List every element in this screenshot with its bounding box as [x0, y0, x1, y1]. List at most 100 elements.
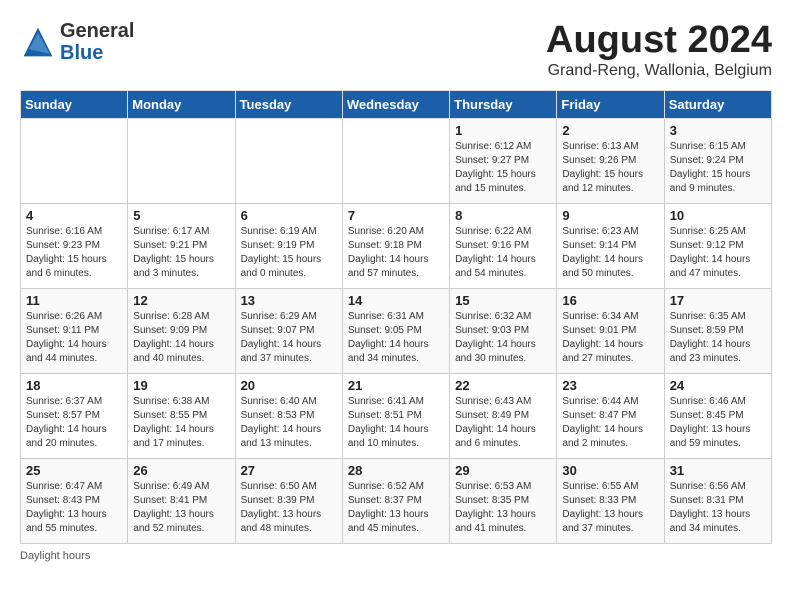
- calendar-header-friday: Friday: [557, 90, 664, 118]
- logo-text-blue: Blue: [60, 42, 103, 64]
- day-number: 13: [241, 293, 337, 308]
- page-header: General Blue August 2024 Grand-Reng, Wal…: [20, 20, 772, 80]
- day-number: 3: [670, 123, 766, 138]
- day-info: Sunrise: 6:12 AM Sunset: 9:27 PM Dayligh…: [455, 140, 551, 196]
- day-number: 18: [26, 378, 122, 393]
- day-number: 31: [670, 463, 766, 478]
- calendar-cell: 2 Sunrise: 6:13 AM Sunset: 9:26 PM Daylig…: [557, 118, 664, 203]
- calendar-header-thursday: Thursday: [450, 90, 557, 118]
- day-number: 2: [562, 123, 658, 138]
- calendar-cell: 14 Sunrise: 6:31 AM Sunset: 9:05 PM Dayli…: [342, 288, 449, 373]
- day-number: 19: [133, 378, 229, 393]
- day-number: 30: [562, 463, 658, 478]
- day-info: Sunrise: 6:47 AM Sunset: 8:43 PM Dayligh…: [26, 480, 122, 536]
- calendar-cell: 5 Sunrise: 6:17 AM Sunset: 9:21 PM Daylig…: [128, 203, 235, 288]
- day-info: Sunrise: 6:49 AM Sunset: 8:41 PM Dayligh…: [133, 480, 229, 536]
- calendar-cell: [128, 118, 235, 203]
- day-info: Sunrise: 6:55 AM Sunset: 8:33 PM Dayligh…: [562, 480, 658, 536]
- day-info: Sunrise: 6:43 AM Sunset: 8:49 PM Dayligh…: [455, 395, 551, 451]
- calendar-cell: 23 Sunrise: 6:44 AM Sunset: 8:47 PM Dayli…: [557, 373, 664, 458]
- calendar-week-1: 1 Sunrise: 6:12 AM Sunset: 9:27 PM Daylig…: [21, 118, 772, 203]
- calendar-cell: 30 Sunrise: 6:55 AM Sunset: 8:33 PM Dayli…: [557, 458, 664, 543]
- day-number: 12: [133, 293, 229, 308]
- day-info: Sunrise: 6:17 AM Sunset: 9:21 PM Dayligh…: [133, 225, 229, 281]
- day-info: Sunrise: 6:52 AM Sunset: 8:37 PM Dayligh…: [348, 480, 444, 536]
- day-number: 15: [455, 293, 551, 308]
- day-number: 28: [348, 463, 444, 478]
- day-info: Sunrise: 6:15 AM Sunset: 9:24 PM Dayligh…: [670, 140, 766, 196]
- calendar-cell: 4 Sunrise: 6:16 AM Sunset: 9:23 PM Daylig…: [21, 203, 128, 288]
- calendar-cell: 24 Sunrise: 6:46 AM Sunset: 8:45 PM Dayli…: [664, 373, 771, 458]
- day-number: 6: [241, 208, 337, 223]
- day-number: 9: [562, 208, 658, 223]
- logo-text-general: General: [60, 20, 134, 42]
- calendar-cell: 21 Sunrise: 6:41 AM Sunset: 8:51 PM Dayli…: [342, 373, 449, 458]
- day-info: Sunrise: 6:37 AM Sunset: 8:57 PM Dayligh…: [26, 395, 122, 451]
- calendar-cell: [342, 118, 449, 203]
- calendar-cell: 10 Sunrise: 6:25 AM Sunset: 9:12 PM Dayli…: [664, 203, 771, 288]
- calendar-cell: [21, 118, 128, 203]
- calendar-cell: 13Sunrise: 6:29 AM Sunset: 9:07 PM Dayli…: [235, 288, 342, 373]
- day-number: 29: [455, 463, 551, 478]
- day-info: Sunrise: 6:19 AM Sunset: 9:19 PM Dayligh…: [241, 225, 337, 281]
- day-info: Sunrise: 6:34 AM Sunset: 9:01 PM Dayligh…: [562, 310, 658, 366]
- calendar-cell: 20 Sunrise: 6:40 AM Sunset: 8:53 PM Dayli…: [235, 373, 342, 458]
- day-number: 23: [562, 378, 658, 393]
- day-number: 27: [241, 463, 337, 478]
- calendar-cell: 8Sunrise: 6:22 AM Sunset: 9:16 PM Daylig…: [450, 203, 557, 288]
- calendar-body: 1 Sunrise: 6:12 AM Sunset: 9:27 PM Daylig…: [21, 118, 772, 543]
- calendar-week-5: 25 Sunrise: 6:47 AM Sunset: 8:43 PM Dayli…: [21, 458, 772, 543]
- footnote: Daylight hours: [20, 550, 772, 562]
- calendar-cell: 7Sunrise: 6:20 AM Sunset: 9:18 PM Daylig…: [342, 203, 449, 288]
- calendar-cell: 29 Sunrise: 6:53 AM Sunset: 8:35 PM Dayli…: [450, 458, 557, 543]
- calendar-header-sunday: Sunday: [21, 90, 128, 118]
- calendar-cell: 6 Sunrise: 6:19 AM Sunset: 9:19 PM Daylig…: [235, 203, 342, 288]
- day-info: Sunrise: 6:44 AM Sunset: 8:47 PM Dayligh…: [562, 395, 658, 451]
- day-number: 14: [348, 293, 444, 308]
- day-info: Sunrise: 6:35 AM Sunset: 8:59 PM Dayligh…: [670, 310, 766, 366]
- day-info: Sunrise: 6:50 AM Sunset: 8:39 PM Dayligh…: [241, 480, 337, 536]
- day-number: 16: [562, 293, 658, 308]
- day-number: 10: [670, 208, 766, 223]
- calendar-cell: 19 Sunrise: 6:38 AM Sunset: 8:55 PM Dayli…: [128, 373, 235, 458]
- calendar-cell: 12 Sunrise: 6:28 AM Sunset: 9:09 PM Dayli…: [128, 288, 235, 373]
- day-info: Sunrise: 6:23 AM Sunset: 9:14 PM Dayligh…: [562, 225, 658, 281]
- calendar-cell: 28 Sunrise: 6:52 AM Sunset: 8:37 PM Dayli…: [342, 458, 449, 543]
- day-number: 7: [348, 208, 444, 223]
- day-info: Sunrise: 6:38 AM Sunset: 8:55 PM Dayligh…: [133, 395, 229, 451]
- day-number: 24: [670, 378, 766, 393]
- day-info: Sunrise: 6:31 AM Sunset: 9:05 PM Dayligh…: [348, 310, 444, 366]
- day-number: 20: [241, 378, 337, 393]
- day-number: 8: [455, 208, 551, 223]
- day-number: 21: [348, 378, 444, 393]
- day-info: Sunrise: 6:16 AM Sunset: 9:23 PM Dayligh…: [26, 225, 122, 281]
- calendar-cell: 11Sunrise: 6:26 AM Sunset: 9:11 PM Dayli…: [21, 288, 128, 373]
- day-info: Sunrise: 6:53 AM Sunset: 8:35 PM Dayligh…: [455, 480, 551, 536]
- calendar-cell: 31Sunrise: 6:56 AM Sunset: 8:31 PM Dayli…: [664, 458, 771, 543]
- calendar-cell: 17Sunrise: 6:35 AM Sunset: 8:59 PM Dayli…: [664, 288, 771, 373]
- calendar-week-3: 11Sunrise: 6:26 AM Sunset: 9:11 PM Dayli…: [21, 288, 772, 373]
- day-info: Sunrise: 6:25 AM Sunset: 9:12 PM Dayligh…: [670, 225, 766, 281]
- calendar-cell: 15Sunrise: 6:32 AM Sunset: 9:03 PM Dayli…: [450, 288, 557, 373]
- day-number: 25: [26, 463, 122, 478]
- day-number: 5: [133, 208, 229, 223]
- logo: General Blue: [20, 20, 134, 64]
- day-number: 1: [455, 123, 551, 138]
- calendar-cell: 1 Sunrise: 6:12 AM Sunset: 9:27 PM Daylig…: [450, 118, 557, 203]
- calendar-cell: 22Sunrise: 6:43 AM Sunset: 8:49 PM Dayli…: [450, 373, 557, 458]
- calendar-cell: 25 Sunrise: 6:47 AM Sunset: 8:43 PM Dayli…: [21, 458, 128, 543]
- day-info: Sunrise: 6:26 AM Sunset: 9:11 PM Dayligh…: [26, 310, 122, 366]
- calendar-cell: 18 Sunrise: 6:37 AM Sunset: 8:57 PM Dayli…: [21, 373, 128, 458]
- day-info: Sunrise: 6:13 AM Sunset: 9:26 PM Dayligh…: [562, 140, 658, 196]
- calendar-header-row: SundayMondayTuesdayWednesdayThursdayFrid…: [21, 90, 772, 118]
- day-info: Sunrise: 6:40 AM Sunset: 8:53 PM Dayligh…: [241, 395, 337, 451]
- calendar-cell: 27 Sunrise: 6:50 AM Sunset: 8:39 PM Dayli…: [235, 458, 342, 543]
- day-info: Sunrise: 6:41 AM Sunset: 8:51 PM Dayligh…: [348, 395, 444, 451]
- calendar-cell: 16 Sunrise: 6:34 AM Sunset: 9:01 PM Dayli…: [557, 288, 664, 373]
- day-number: 4: [26, 208, 122, 223]
- calendar-cell: 9 Sunrise: 6:23 AM Sunset: 9:14 PM Daylig…: [557, 203, 664, 288]
- calendar-week-2: 4 Sunrise: 6:16 AM Sunset: 9:23 PM Daylig…: [21, 203, 772, 288]
- day-info: Sunrise: 6:46 AM Sunset: 8:45 PM Dayligh…: [670, 395, 766, 451]
- day-info: Sunrise: 6:28 AM Sunset: 9:09 PM Dayligh…: [133, 310, 229, 366]
- logo-icon: [20, 24, 56, 60]
